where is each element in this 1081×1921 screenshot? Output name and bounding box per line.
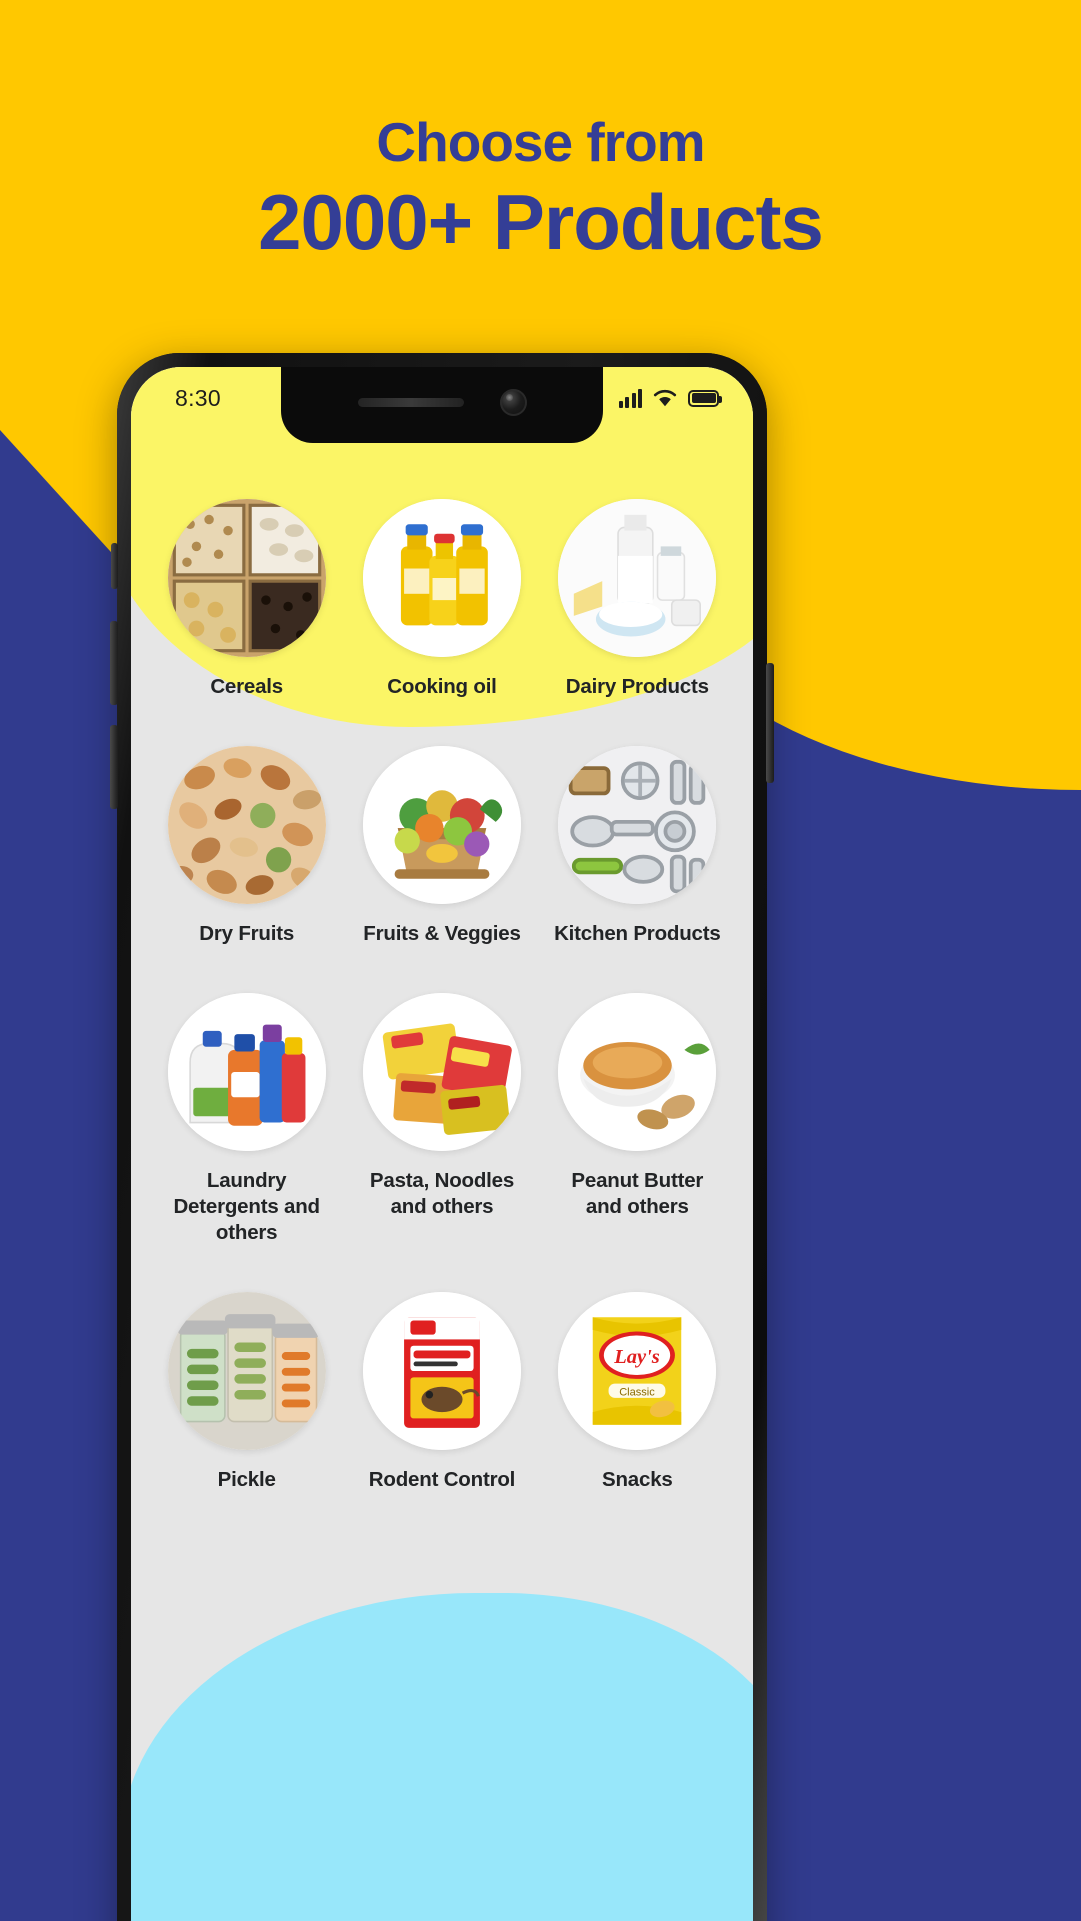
category-label: Dairy Products (565, 675, 709, 698)
svg-text:Lay's: Lay's (614, 1346, 661, 1368)
category-grid: Cereals Cooking oil Dairy Products Dry F… (131, 453, 753, 1493)
phone-screen: 8:30 Cereals Cooking oil Dairy Products … (131, 367, 753, 1921)
front-camera-icon (499, 388, 527, 416)
category-item-rodent-control[interactable]: Rodent Control (344, 1246, 539, 1493)
battery-full-icon (688, 389, 722, 407)
laundry-detergent-icon (167, 993, 326, 1151)
category-item-kitchen-products[interactable]: Kitchen Products (540, 700, 735, 947)
category-label: Kitchen Products (554, 922, 721, 945)
cooking-oil-bottles-icon (362, 499, 521, 657)
status-bar-time: 8:30 (175, 384, 221, 411)
promo-screenshot: Choose from 2000+ Products 8:30 Cereals … (0, 0, 1081, 1921)
category-label: Cooking oil (387, 675, 497, 698)
category-item-pasta-noodles[interactable]: Pasta, Noodles and others (344, 947, 539, 1246)
category-item-laundry-detergents[interactable]: Laundry Detergents and others (149, 947, 344, 1246)
wifi-icon (653, 388, 677, 408)
category-item-dry-fruits[interactable]: Dry Fruits (149, 700, 344, 947)
svg-text:Classic: Classic (620, 1386, 656, 1398)
kitchen-utensils-icon (558, 746, 717, 904)
category-label: Snacks (602, 1468, 673, 1491)
category-item-dairy-products[interactable]: Dairy Products (540, 453, 735, 700)
category-item-peanut-butter[interactable]: Peanut Butter and others (540, 947, 735, 1246)
phone-volume-down-button[interactable] (110, 725, 118, 809)
phone-mockup: 8:30 Cereals Cooking oil Dairy Products … (110, 353, 774, 1921)
pasta-noodles-packets-icon (362, 993, 521, 1151)
phone-mute-switch[interactable] (111, 543, 118, 589)
rodent-control-box-icon (362, 1292, 521, 1450)
snacks-chips-packet-icon: Lay's Classic (558, 1292, 717, 1450)
peanut-butter-bowl-icon (558, 993, 717, 1151)
category-label: Pasta, Noodles and others (369, 1169, 515, 1218)
category-label: Laundry Detergents and others (173, 1169, 320, 1244)
category-label: Peanut Butter and others (571, 1169, 704, 1218)
dry-fruits-nuts-icon (167, 746, 326, 904)
phone-notch (281, 367, 603, 443)
category-label: Cereals (210, 675, 283, 698)
promo-headline: Choose from 2000+ Products (0, 108, 1081, 268)
headline-line-2: 2000+ Products (258, 178, 824, 266)
category-item-fruits-veggies[interactable]: Fruits & Veggies (344, 700, 539, 947)
category-item-pickle[interactable]: Pickle (149, 1246, 344, 1493)
speaker-grille-icon (357, 397, 464, 407)
cereals-grains-icon (167, 499, 326, 657)
category-item-cereals[interactable]: Cereals (149, 453, 344, 700)
fruits-vegetables-basket-icon (362, 746, 521, 904)
category-label: Dry Fruits (199, 922, 295, 945)
phone-volume-up-button[interactable] (110, 621, 118, 705)
category-item-cooking-oil[interactable]: Cooking oil (344, 453, 539, 700)
category-label: Rodent Control (368, 1468, 516, 1491)
pickle-jars-icon (167, 1292, 326, 1450)
status-bar-icons (618, 388, 722, 408)
headline-line-1: Choose from (376, 111, 705, 173)
cellular-signal-icon (618, 388, 642, 408)
dairy-products-icon (558, 499, 717, 657)
category-label: Pickle (217, 1468, 276, 1491)
category-item-snacks[interactable]: Lay's Classic Snacks (540, 1246, 735, 1493)
phone-power-button[interactable] (766, 663, 774, 783)
category-label: Fruits & Veggies (363, 922, 521, 945)
